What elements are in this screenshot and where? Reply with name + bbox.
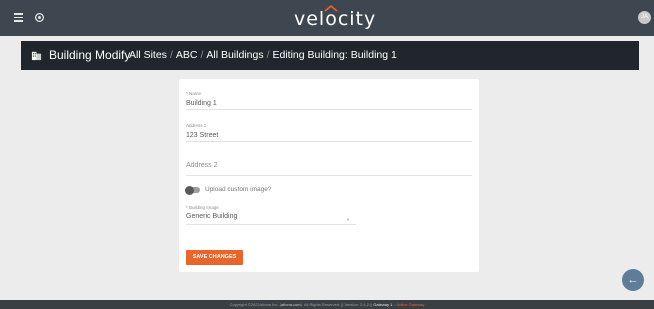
velocity-logo: velocity	[294, 4, 376, 32]
building-image-label: * Building Image	[186, 205, 219, 210]
breadcrumb-abc[interactable]: ABC	[176, 49, 198, 61]
arrow-left-icon: ←	[627, 274, 639, 286]
page-header: Building Modify All Sites / ABC / All Buildi…	[21, 41, 639, 70]
building-icon	[31, 51, 42, 61]
save-changes-button[interactable]: SAVE CHANGES	[186, 250, 243, 265]
logo-chevron-icon	[324, 4, 338, 12]
toggle-knob	[185, 185, 194, 195]
building-image-value: Generic Building	[186, 213, 238, 220]
user-avatar[interactable]: JA	[638, 11, 651, 24]
name-field[interactable]: * Name Building 1	[186, 91, 472, 110]
breadcrumb-separator: /	[266, 49, 270, 61]
breadcrumb-all-buildings[interactable]: All Buildings	[206, 49, 263, 61]
address1-field[interactable]: Address 1 123 Street	[186, 121, 472, 142]
address2-field[interactable]: Address 2	[186, 157, 472, 176]
footer-gateway[interactable]: Gateway 1	[373, 302, 392, 307]
name-input[interactable]: Building 1	[186, 100, 217, 107]
upload-image-label: Upload custom image?	[205, 186, 272, 193]
globe-icon[interactable]	[35, 13, 44, 22]
dropdown-caret-icon: ▼	[346, 217, 350, 222]
breadcrumb-current: Editing Building: Building 1	[272, 49, 397, 61]
top-bar: velocity JA	[0, 0, 654, 36]
breadcrumb-all-sites[interactable]: All Sites	[129, 49, 167, 61]
hamburger-menu-icon[interactable]	[14, 13, 23, 22]
back-arrow-button[interactable]: ←	[622, 269, 644, 291]
name-label: * Name	[186, 91, 202, 96]
footer-active-gateway[interactable]: Active Gateway	[397, 302, 425, 307]
building-image-select[interactable]: * Building Image Generic Building ▼	[186, 205, 356, 225]
footer-atlona-link[interactable]: atlona.com	[281, 302, 301, 307]
breadcrumb-separator: /	[200, 49, 204, 61]
breadcrumb-separator: /	[169, 49, 173, 61]
address1-label: Address 1	[186, 123, 207, 128]
address2-input[interactable]: Address 2	[186, 162, 218, 169]
building-form-card: * Name Building 1 Address 1 123 Street A…	[179, 79, 479, 272]
address1-input[interactable]: 123 Street	[186, 132, 218, 139]
page-title: Building Modify	[49, 48, 131, 62]
breadcrumb: All Sites / ABC / All Buildings / Editing Buil…	[129, 49, 397, 61]
footer-copyright: Copyright ©2021Atlona Inc. (	[229, 302, 282, 307]
footer: Copyright ©2021Atlona Inc. (atlona.com).…	[0, 300, 654, 309]
upload-image-toggle[interactable]	[185, 185, 200, 195]
footer-rights: ). All Rights Reserved. || Version: 2.4.…	[300, 302, 374, 307]
